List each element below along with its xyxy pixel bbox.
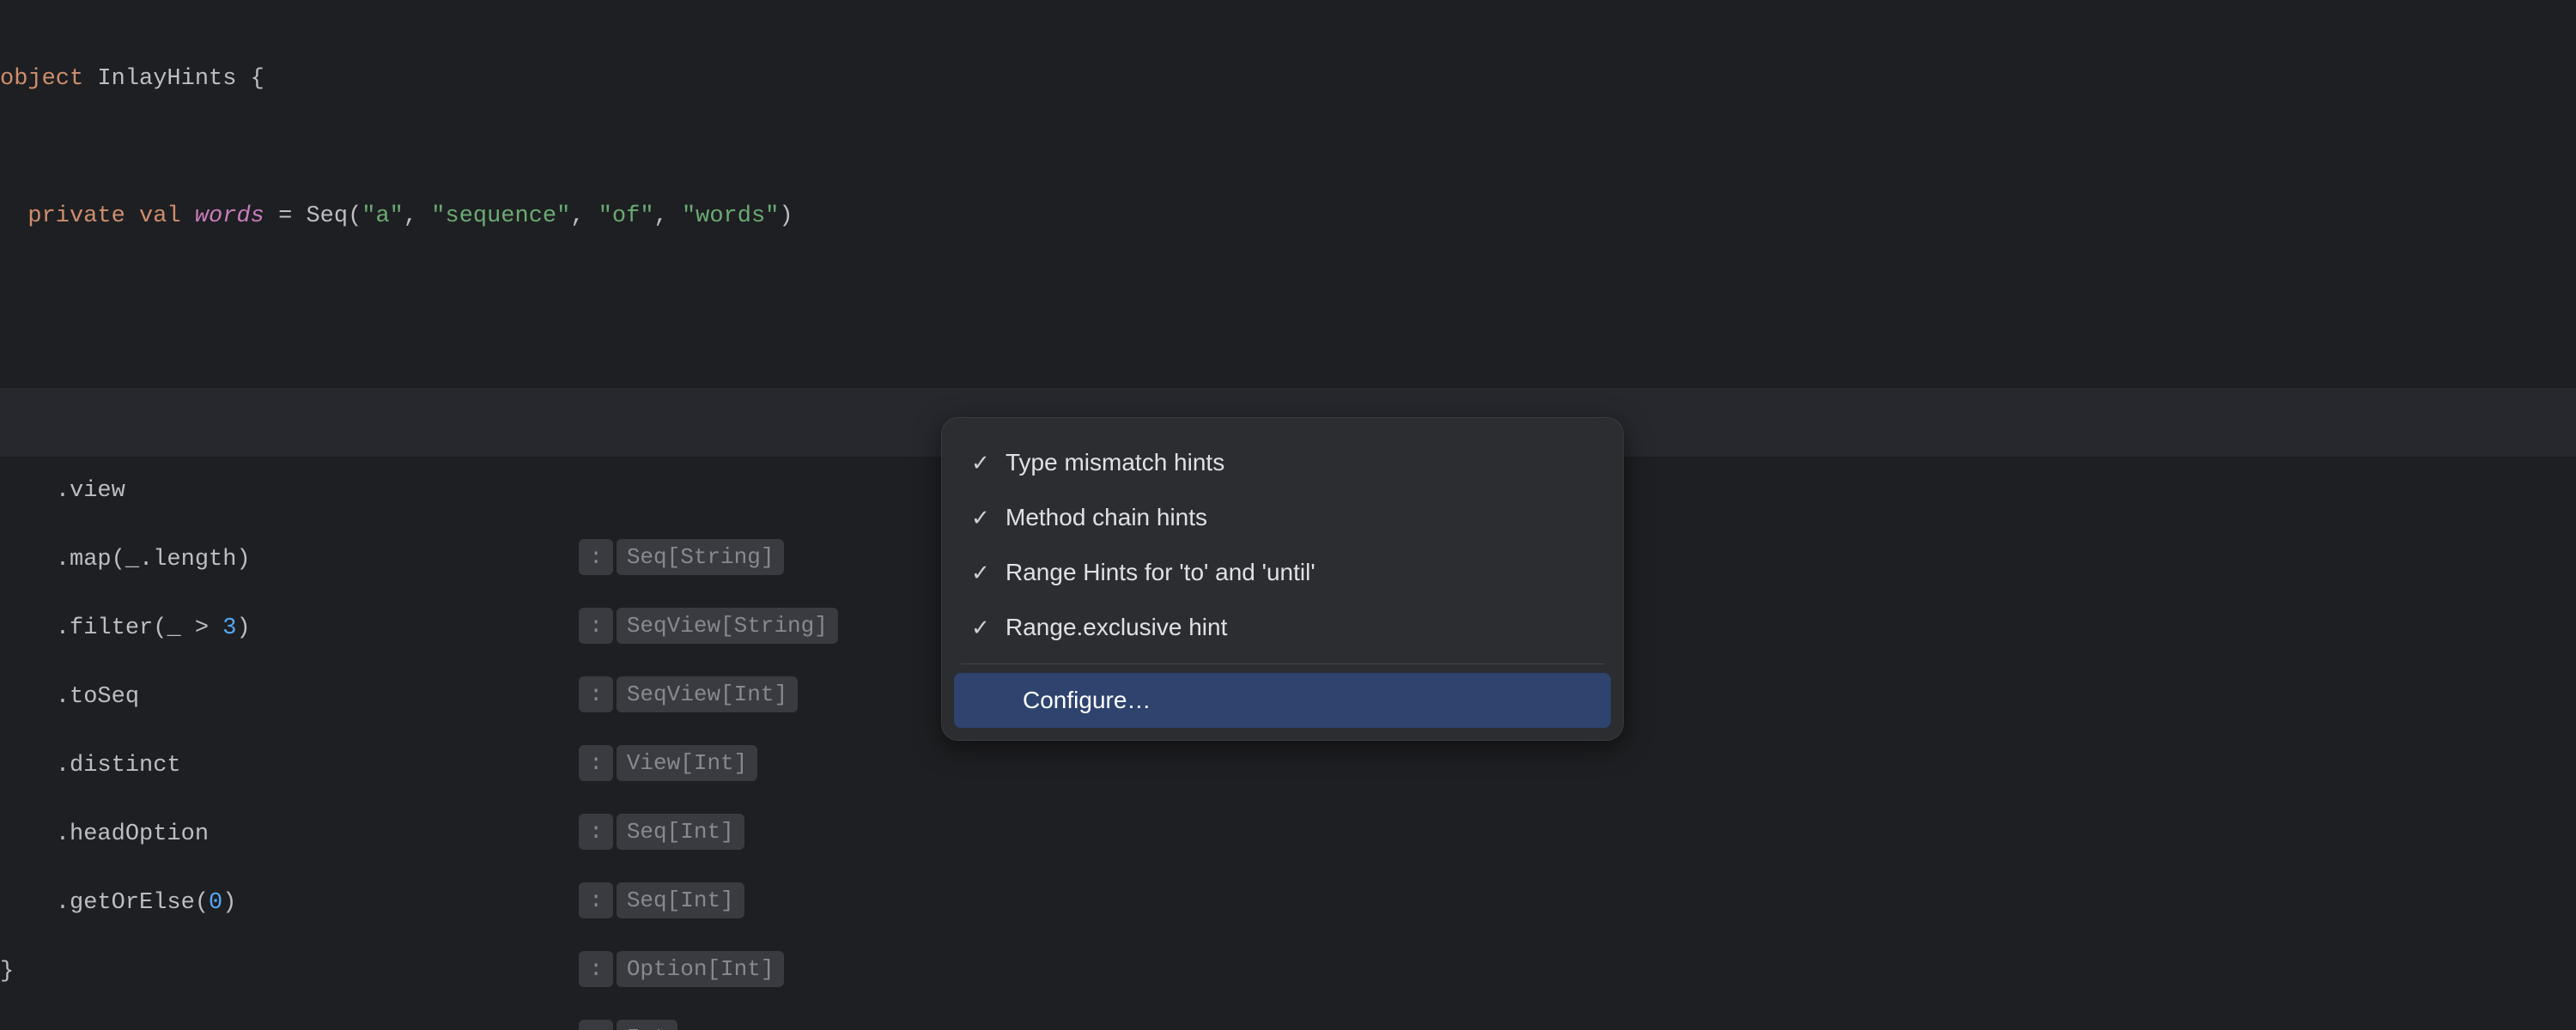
menu-item-range-exclusive-hint[interactable]: ✓ Range.exclusive hint [954, 600, 1611, 655]
menu-item-method-chain-hints[interactable]: ✓ Method chain hints [954, 490, 1611, 545]
call-seq: Seq [306, 182, 348, 251]
code-line[interactable]: words :Seq[String] [0, 319, 2576, 388]
string-literal: "words" [682, 182, 779, 251]
inlay-hint[interactable]: : [579, 1020, 613, 1030]
menu-item-type-mismatch-hints[interactable]: ✓ Type mismatch hints [954, 435, 1611, 490]
menu-item-label: Type mismatch hints [1005, 449, 1594, 476]
code-editor[interactable]: object InlayHints { private val words = … [0, 0, 2576, 1030]
brace-close: } [0, 937, 14, 1006]
menu-item-range-hints[interactable]: ✓ Range Hints for 'to' and 'until' [954, 545, 1611, 600]
menu-item-label: Method chain hints [1005, 504, 1594, 531]
menu-divider [961, 663, 1604, 664]
identifier-words: words [195, 182, 264, 251]
check-icon: ✓ [971, 505, 1005, 531]
inlay-hints-popup: ✓ Type mismatch hints ✓ Method chain hin… [941, 417, 1624, 741]
menu-item-label: Configure… [971, 687, 1594, 714]
string-literal: "a" [361, 182, 404, 251]
code-line[interactable]: .headOption :Option[Int] [0, 731, 2576, 800]
menu-item-label: Range Hints for 'to' and 'until' [1005, 559, 1594, 586]
inlay-hint[interactable]: Int [617, 1020, 677, 1030]
check-icon: ✓ [971, 450, 1005, 476]
keyword-object: object [0, 45, 83, 113]
keyword-val: val [139, 182, 181, 251]
code-line-blank[interactable] [0, 251, 2576, 319]
code-line[interactable]: private val words = Seq("a", "sequence",… [0, 182, 2576, 251]
menu-item-label: Range.exclusive hint [1005, 614, 1594, 641]
check-icon: ✓ [971, 615, 1005, 641]
check-icon: ✓ [971, 560, 1005, 586]
string-literal: "sequence" [431, 182, 570, 251]
keyword-private: private [27, 182, 125, 251]
code-line[interactable]: } [0, 937, 2576, 1006]
menu-item-configure[interactable]: Configure… [954, 673, 1611, 728]
brace-open: { [251, 45, 264, 113]
code-line[interactable]: object InlayHints { [0, 45, 2576, 113]
class-name: InlayHints [97, 45, 236, 113]
code-line-blank[interactable] [0, 113, 2576, 182]
string-literal: "of" [598, 182, 654, 251]
code-line[interactable]: .getOrElse(0) :Int [0, 800, 2576, 869]
code-line-blank[interactable] [0, 869, 2576, 937]
